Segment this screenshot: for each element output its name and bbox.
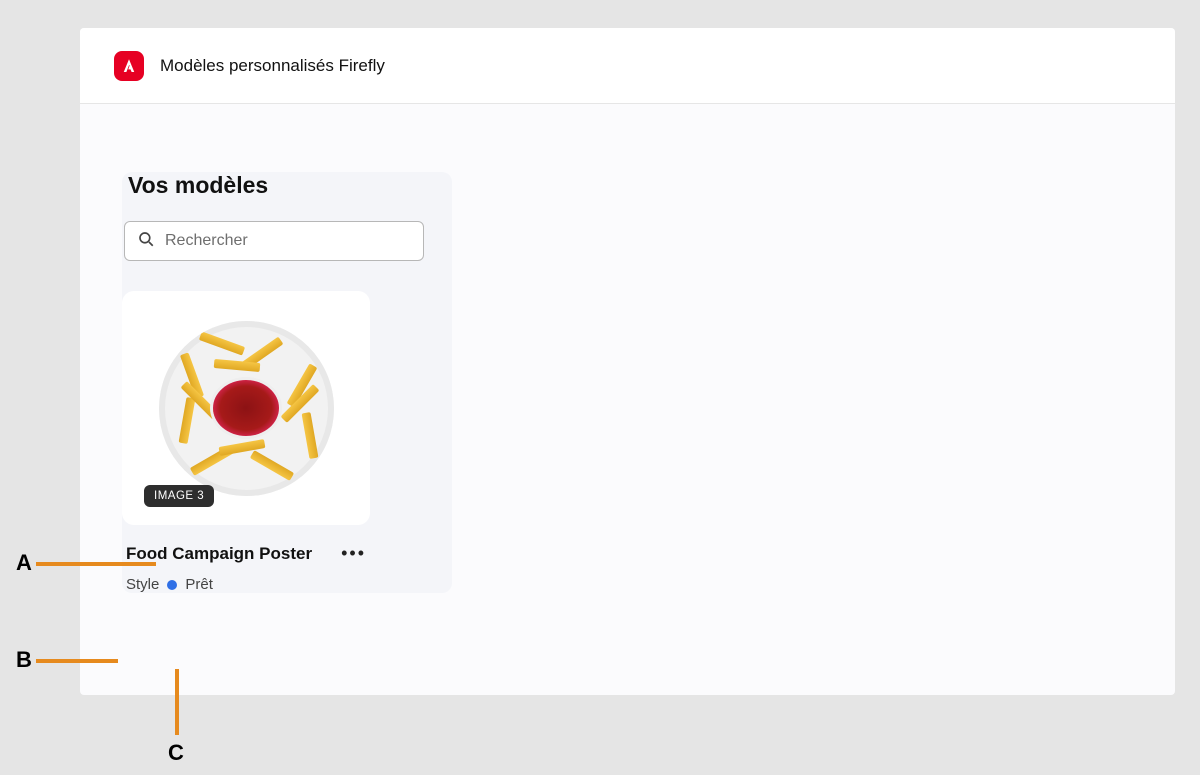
search-field-wrap[interactable] (124, 221, 424, 261)
model-status-row: Style Prêt (126, 576, 370, 593)
app-window: Modèles personnalisés Firefly Vos modèle… (80, 28, 1175, 695)
annotation-c-label: C (168, 740, 184, 766)
annotation-b-label: B (16, 647, 32, 673)
annotation-c-line (175, 669, 179, 735)
content-area: Vos modèles (80, 104, 1175, 633)
model-title: Food Campaign Poster (126, 544, 312, 564)
more-options-button[interactable]: ••• (337, 539, 370, 568)
search-input[interactable] (165, 232, 411, 250)
model-card[interactable]: IMAGE 3 (122, 291, 370, 525)
section-title: Vos modèles (128, 172, 452, 199)
app-header: Modèles personnalisés Firefly (80, 28, 1175, 104)
status-dot-icon (167, 580, 177, 590)
model-status-label: Prêt (185, 576, 213, 593)
adobe-logo-icon (114, 51, 144, 81)
search-icon (137, 230, 155, 253)
model-thumbnail: IMAGE 3 (134, 303, 358, 513)
annotation-a-line (36, 562, 156, 566)
model-card-meta: Food Campaign Poster ••• Style Prêt (122, 539, 370, 593)
annotation-b-line (36, 659, 118, 663)
version-badge: IMAGE 3 (144, 485, 214, 507)
app-title: Modèles personnalisés Firefly (160, 56, 385, 76)
models-panel: Vos modèles (122, 172, 452, 593)
annotation-a-label: A (16, 550, 32, 576)
model-type-label: Style (126, 576, 159, 593)
